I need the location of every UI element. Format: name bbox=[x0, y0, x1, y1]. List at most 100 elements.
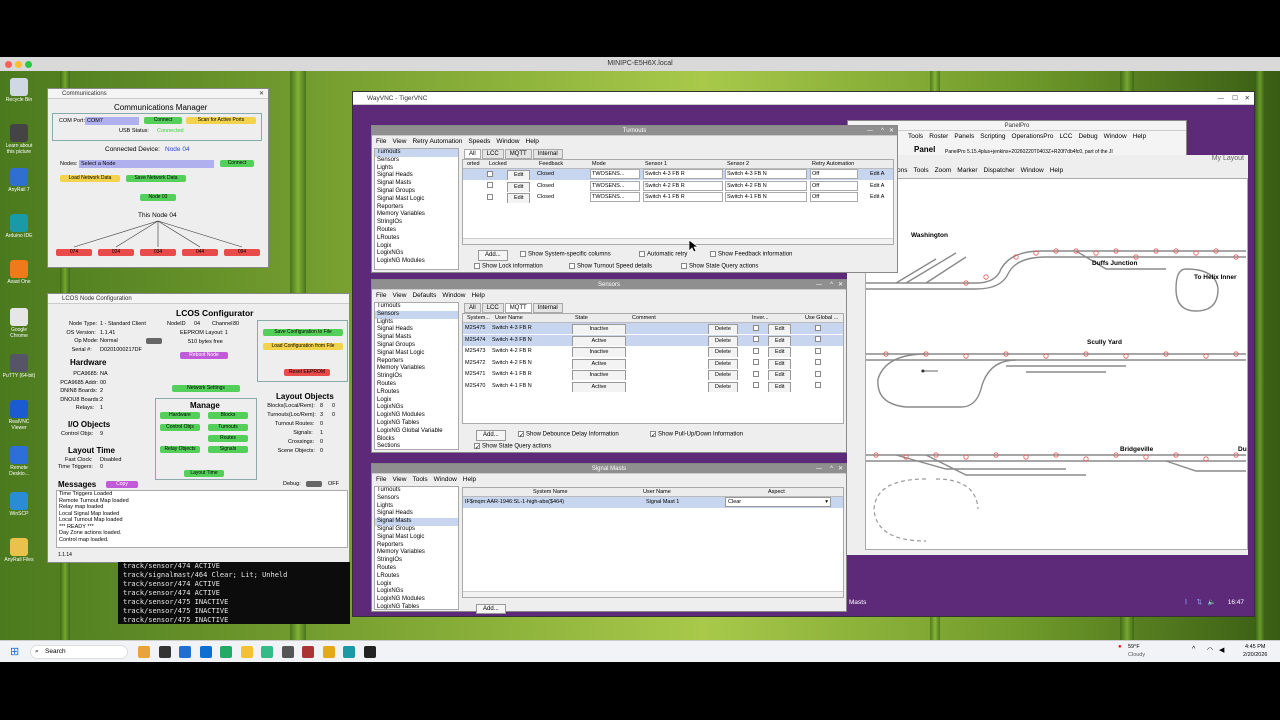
tab-internal[interactable]: Internal bbox=[532, 303, 563, 313]
menu-item-ons[interactable]: ons bbox=[897, 167, 907, 174]
mast-aspect-select[interactable]: Clear ▾ bbox=[725, 497, 831, 507]
menu-item-roster[interactable]: Roster bbox=[929, 133, 948, 140]
menu-item-dispatcher[interactable]: Dispatcher bbox=[984, 167, 1015, 174]
minimize-dot-icon[interactable] bbox=[15, 61, 22, 68]
sidebar-item-signal-mast-logic[interactable]: Signal Mast Logic bbox=[375, 196, 458, 204]
sidebar-item-turnouts[interactable]: Turnouts bbox=[375, 303, 458, 311]
checkbox-icon[interactable] bbox=[710, 251, 716, 257]
sidebar-item-memory-variables[interactable]: Memory Variables bbox=[375, 365, 458, 373]
locked-checkbox[interactable] bbox=[487, 169, 497, 180]
menu-item-window[interactable]: Window bbox=[496, 138, 519, 145]
menu-item-retry-automation[interactable]: Retry Automation bbox=[412, 138, 462, 145]
sidebar-item-lights[interactable]: Lights bbox=[375, 319, 458, 327]
load-config-button[interactable]: Load Configuration from File bbox=[263, 343, 343, 350]
sidebar-item-memory-variables[interactable]: Memory Variables bbox=[375, 211, 458, 219]
desktop-icon[interactable]: AnyRail Files bbox=[2, 538, 36, 563]
edit-button[interactable]: Edit bbox=[768, 347, 792, 357]
table-row[interactable]: M2S475 Switch 4-3 FB R Inactive Delete Edit bbox=[463, 323, 843, 334]
turnout-s2[interactable]: Switch 4-1 FB N bbox=[725, 192, 807, 202]
taskbar-app-icon[interactable] bbox=[240, 646, 253, 658]
menu-item-zoom[interactable]: Zoom bbox=[935, 167, 952, 174]
save-config-button[interactable]: Save Configuration to File bbox=[263, 329, 343, 336]
sidebar-item-reporters[interactable]: Reporters bbox=[375, 204, 458, 212]
sidebar-item-signal-mast-logic[interactable]: Signal Mast Logic bbox=[375, 534, 458, 542]
menu-item-lcc[interactable]: LCC bbox=[1059, 133, 1072, 140]
sidebar-item-signal-masts[interactable]: Signal Masts bbox=[375, 334, 458, 342]
sidebar-item-signal-masts[interactable]: Signal Masts bbox=[375, 518, 458, 526]
menu-item-marker[interactable]: Marker bbox=[957, 167, 977, 174]
menu-item-file[interactable]: File bbox=[376, 138, 386, 145]
manage-control-objs-button[interactable]: Control Objs bbox=[160, 423, 200, 431]
close-icon[interactable]: ✕ bbox=[259, 89, 264, 99]
taskbar-app-icon[interactable] bbox=[179, 646, 191, 658]
turnout-s1[interactable]: Switch 4-1 FB R bbox=[643, 192, 723, 202]
sensor-state-button[interactable]: Active bbox=[571, 335, 627, 346]
desktop-icon[interactable]: PuTTY (64-bit) bbox=[2, 354, 36, 379]
load-network-button[interactable]: Load Network Data bbox=[60, 175, 120, 182]
checkbox-icon[interactable]: ✓ bbox=[474, 443, 480, 451]
sensor-state-button[interactable]: Active bbox=[571, 358, 627, 369]
checkbox-icon[interactable] bbox=[815, 347, 821, 354]
sidebar-item-stringios[interactable]: StringIOs bbox=[375, 557, 458, 565]
turnout-edit2[interactable]: Edit A bbox=[870, 192, 893, 203]
taskbar-app-icon[interactable] bbox=[138, 646, 150, 658]
taskbar-app-icon[interactable] bbox=[302, 646, 314, 658]
taskbar-app-icon[interactable] bbox=[261, 646, 273, 658]
edit-button[interactable]: Edit bbox=[768, 358, 792, 369]
sensor-state[interactable]: Active bbox=[572, 381, 626, 392]
table-row[interactable]: Edit Closed TWOSENS... Switch 4-2 FB R Switc… bbox=[463, 180, 893, 192]
sidebar-item-logixngs[interactable]: LogixNGs bbox=[375, 250, 458, 258]
child-node-button[interactable]: 044 bbox=[182, 249, 218, 256]
sidebar-item-signal-masts[interactable]: Signal Masts bbox=[375, 180, 458, 188]
reset-eeprom-button[interactable]: Reset EEPROM bbox=[284, 369, 330, 376]
speaker-icon[interactable]: ◀ bbox=[1219, 646, 1224, 654]
edit-button[interactable]: Edit bbox=[507, 170, 531, 180]
turnout-edit2[interactable]: Edit A bbox=[870, 181, 893, 192]
opt-pullup[interactable]: ✓ Show Pull-Up/Down Information bbox=[650, 431, 743, 439]
desktop-icon[interactable]: Avast One bbox=[2, 260, 36, 285]
turnouts-close-icon[interactable]: ✕ bbox=[889, 126, 894, 136]
copy-button[interactable]: Copy bbox=[106, 481, 138, 488]
option-toggle[interactable]: Show Feedback information bbox=[710, 251, 792, 258]
locked-checkbox[interactable] bbox=[487, 192, 497, 203]
checkbox-icon[interactable] bbox=[569, 263, 575, 269]
sidebar-item-lroutes[interactable]: LRoutes bbox=[375, 235, 458, 243]
option-toggle[interactable]: Show System-specific columns bbox=[520, 251, 611, 258]
checkbox-icon[interactable] bbox=[753, 382, 759, 389]
delete-button[interactable]: Delete bbox=[708, 358, 738, 369]
taskbar-app-icon[interactable] bbox=[322, 646, 335, 658]
turnouts-hscroll[interactable] bbox=[463, 238, 893, 244]
menu-item-help[interactable]: Help bbox=[471, 292, 484, 299]
checkbox-icon[interactable] bbox=[487, 193, 493, 200]
sidebar-item-sections[interactable]: Sections bbox=[375, 443, 458, 449]
use-global-checkbox[interactable] bbox=[815, 381, 823, 392]
taskbar-app-icon[interactable] bbox=[363, 646, 376, 658]
checkbox-icon[interactable] bbox=[815, 370, 821, 377]
sidebar-item-logixng-tables[interactable]: LogixNG Tables bbox=[375, 420, 458, 428]
use-global-checkbox[interactable] bbox=[815, 335, 823, 346]
child-node-button[interactable]: 034 bbox=[140, 249, 176, 256]
menu-item-scripting[interactable]: Scripting bbox=[980, 133, 1005, 140]
tray-chevron-icon[interactable]: ^ bbox=[1192, 646, 1195, 653]
use-global-checkbox[interactable] bbox=[815, 358, 823, 369]
checkbox-icon[interactable] bbox=[815, 336, 821, 343]
desktop-icon[interactable]: WinSCP bbox=[2, 492, 36, 517]
desktop-icon[interactable]: RealVNC Viewer bbox=[2, 400, 36, 431]
manage-signals-button[interactable]: Signals bbox=[208, 446, 248, 453]
checkbox-icon[interactable] bbox=[753, 347, 759, 354]
checkbox-icon[interactable] bbox=[753, 336, 759, 343]
invert-checkbox[interactable] bbox=[753, 381, 761, 392]
desktop-icon[interactable]: Arduino IDE bbox=[2, 214, 36, 239]
desktop-icon[interactable]: Learn about this picture bbox=[2, 124, 36, 155]
table-row[interactable]: IF$mqm:AAR-1946:SL-1-high-abs($464) Sign… bbox=[463, 497, 843, 508]
sidebar-item-signal-mast-logic[interactable]: Signal Mast Logic bbox=[375, 350, 458, 358]
menu-item-debug[interactable]: Debug bbox=[1078, 133, 1097, 140]
turnout-s1[interactable]: Switch 4-2 FB R bbox=[643, 180, 723, 191]
network-icon[interactable]: ⇅ bbox=[1197, 596, 1202, 610]
checkbox-icon[interactable] bbox=[487, 182, 493, 189]
sidebar-item-signal-heads[interactable]: Signal Heads bbox=[375, 510, 458, 518]
delete-button[interactable]: Delete bbox=[708, 347, 738, 357]
checkbox-icon[interactable] bbox=[815, 359, 821, 366]
sidebar-item-lights[interactable]: Lights bbox=[375, 165, 458, 173]
desktop-icon[interactable]: AnyRail 7 bbox=[2, 168, 36, 193]
